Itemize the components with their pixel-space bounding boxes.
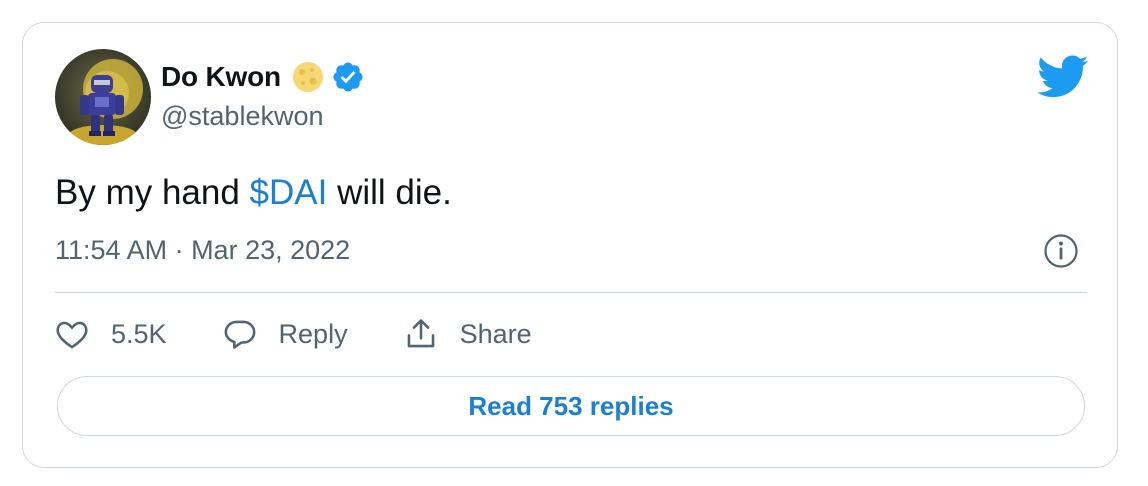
reply-label: Reply (278, 318, 348, 349)
avatar[interactable] (55, 49, 151, 145)
author-handle[interactable]: @stablekwon (161, 101, 324, 132)
author-display-name[interactable]: Do Kwon (161, 61, 281, 93)
info-icon[interactable] (1043, 233, 1079, 269)
twitter-bird-icon[interactable] (1037, 55, 1089, 99)
tweet-text: By my hand $DAI will die. (55, 171, 452, 215)
share-icon (407, 319, 434, 348)
share-button[interactable]: Share (404, 317, 532, 351)
like-count: 5.5K (111, 318, 167, 349)
divider (55, 292, 1087, 293)
share-label: Share (459, 318, 532, 349)
reply-button[interactable]: Reply (223, 318, 348, 350)
tweet-text-before: By my hand (55, 173, 250, 212)
full-moon-icon (291, 60, 325, 94)
tweet-text-after: will die. (327, 173, 452, 212)
reply-bubble-icon (224, 320, 255, 349)
cashtag-link[interactable]: $DAI (250, 173, 328, 212)
tweet-timestamp[interactable]: 11:54 AM · Mar 23, 2022 (55, 235, 350, 266)
tweet-card[interactable]: Do Kwon @stablekwon By my hand $DAI will… (22, 22, 1118, 468)
read-replies-button[interactable]: Read 753 replies (57, 376, 1085, 436)
action-bar: 5.5K Reply Share (55, 311, 588, 357)
heart-icon (56, 321, 88, 349)
verified-badge-icon (331, 60, 365, 94)
like-button[interactable]: 5.5K (55, 318, 167, 350)
